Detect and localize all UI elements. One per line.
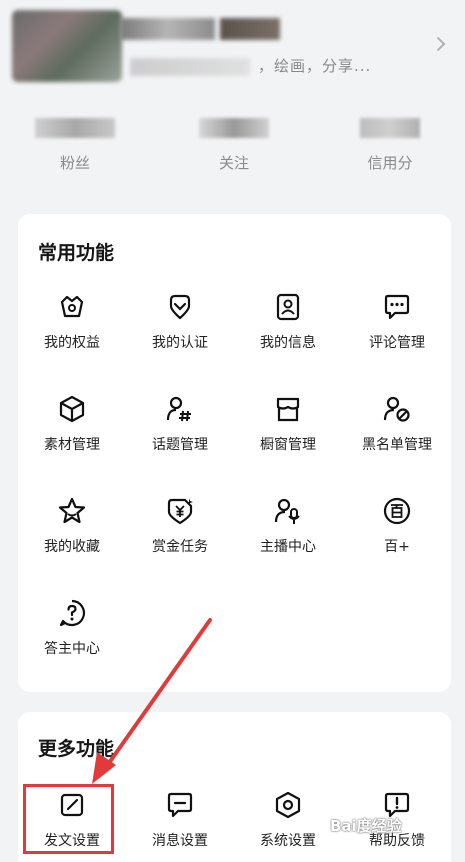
item-comment-management[interactable]: 评论管理 bbox=[343, 292, 451, 372]
item-label: 系统设置 bbox=[260, 833, 316, 849]
yuan-badge-icon bbox=[167, 498, 193, 525]
stat-credit-score[interactable]: 信用分 bbox=[330, 118, 450, 173]
item-label: 答主中心 bbox=[44, 641, 100, 657]
settings-hex-icon bbox=[275, 791, 301, 819]
user-block-icon bbox=[383, 396, 410, 422]
item-label: 发文设置 bbox=[44, 833, 100, 849]
item-label: 评论管理 bbox=[369, 335, 425, 351]
heart-badge-icon bbox=[169, 294, 191, 320]
section-title: 常用功能 bbox=[38, 242, 115, 264]
username-blurred-2 bbox=[220, 18, 280, 40]
bio-blurred bbox=[130, 58, 250, 76]
item-message-settings[interactable]: 消息设置 bbox=[126, 790, 234, 862]
stat-value-blurred bbox=[35, 118, 115, 138]
item-label: 主播中心 bbox=[260, 539, 316, 555]
item-my-favorites[interactable]: 我的收藏 bbox=[18, 496, 126, 576]
chat-dots-icon bbox=[384, 294, 410, 320]
avatar[interactable] bbox=[12, 10, 122, 82]
crown-icon bbox=[60, 295, 84, 318]
cube-icon bbox=[59, 395, 85, 423]
item-label: 话题管理 bbox=[152, 437, 208, 453]
stat-followers[interactable]: 粉丝 bbox=[15, 118, 135, 173]
user-hashtag-icon bbox=[166, 396, 191, 422]
item-topic-management[interactable]: 话题管理 bbox=[126, 394, 234, 474]
stat-value-blurred bbox=[199, 118, 269, 138]
stat-label: 关注 bbox=[218, 154, 249, 172]
question-icon bbox=[59, 599, 86, 627]
id-card-icon bbox=[276, 293, 300, 321]
item-my-benefits[interactable]: 我的权益 bbox=[18, 292, 126, 372]
item-label: 素材管理 bbox=[44, 437, 100, 453]
stat-label: 粉丝 bbox=[59, 154, 90, 172]
item-blacklist-management[interactable]: 黑名单管理 bbox=[343, 394, 451, 474]
more-functions-card: 更多功能 发文设置 消息设置 系统设置 帮助反馈 bbox=[18, 712, 451, 862]
item-showcase-management[interactable]: 橱窗管理 bbox=[234, 394, 342, 474]
item-my-certification[interactable]: 我的认证 bbox=[126, 292, 234, 372]
section-title: 更多功能 bbox=[38, 738, 115, 760]
item-answerer-center[interactable]: 答主中心 bbox=[18, 598, 126, 678]
item-label: 我的权益 bbox=[44, 335, 100, 351]
common-functions-card: 常用功能 我的权益 我的认证 我的信息 评论管理 素材管理 话题管理 橱窗管理 … bbox=[18, 214, 451, 692]
item-label: 百+ bbox=[384, 539, 410, 555]
star-icon bbox=[58, 497, 86, 524]
item-bai-plus[interactable]: 百+ bbox=[343, 496, 451, 576]
bai-plus-icon bbox=[383, 497, 411, 525]
item-anchor-center[interactable]: 主播中心 bbox=[234, 496, 342, 576]
edit-square-icon bbox=[60, 793, 84, 817]
item-bounty-task[interactable]: 赏金任务 bbox=[126, 496, 234, 576]
chevron-right-icon[interactable] bbox=[433, 36, 449, 52]
stat-label: 信用分 bbox=[367, 154, 413, 172]
profile-bio: ，绘画，分享... bbox=[258, 57, 372, 75]
watermark: Bai度经验 bbox=[330, 817, 402, 835]
item-my-info[interactable]: 我的信息 bbox=[234, 292, 342, 372]
message-icon bbox=[167, 792, 193, 818]
item-label: 黑名单管理 bbox=[362, 437, 432, 453]
item-label: 我的认证 bbox=[152, 335, 208, 351]
item-material-management[interactable]: 素材管理 bbox=[18, 394, 126, 474]
username-blurred bbox=[120, 18, 215, 40]
stat-following[interactable]: 关注 bbox=[174, 118, 294, 173]
item-post-settings[interactable]: 发文设置 bbox=[18, 790, 126, 862]
item-system-settings[interactable]: 系统设置 bbox=[234, 790, 342, 862]
item-label: 消息设置 bbox=[152, 833, 208, 849]
stat-value-blurred bbox=[360, 118, 420, 138]
item-label: 我的信息 bbox=[260, 335, 316, 351]
item-label: 赏金任务 bbox=[152, 539, 208, 555]
user-mic-icon bbox=[274, 498, 300, 524]
item-label: 我的收藏 bbox=[44, 539, 100, 555]
profile-header: ，绘画，分享... 粉丝 关注 信用分 bbox=[0, 0, 465, 190]
shop-window-icon bbox=[276, 397, 300, 422]
item-label: 橱窗管理 bbox=[260, 437, 316, 453]
